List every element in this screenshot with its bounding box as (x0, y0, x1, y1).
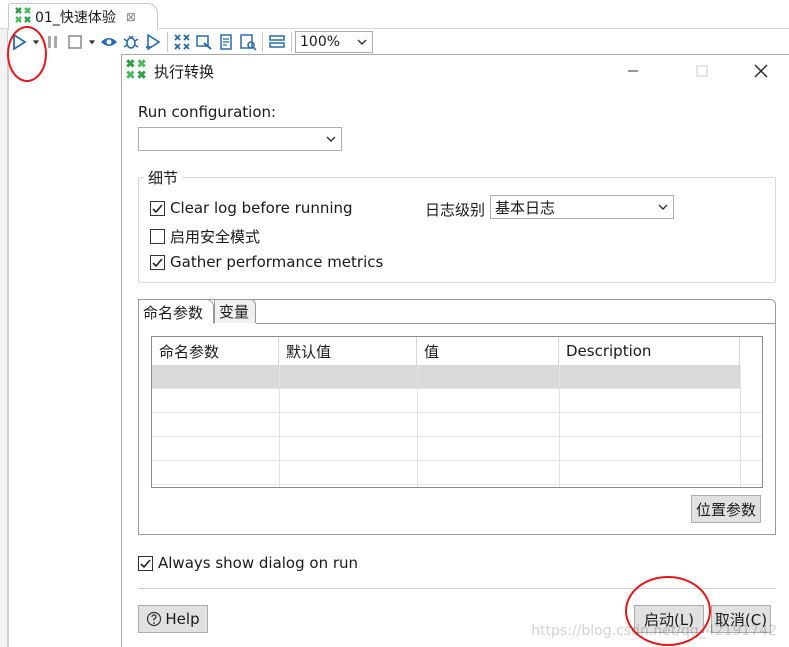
impact-icon[interactable] (193, 31, 215, 53)
chevron-down-icon (321, 128, 341, 150)
gather-metrics-label: Gather performance metrics (170, 253, 384, 271)
run-icon[interactable] (8, 31, 30, 53)
table-row[interactable] (152, 365, 740, 389)
dialog-title: 执行转换 (154, 62, 215, 81)
sql-icon[interactable] (215, 31, 237, 53)
always-show-checkbox[interactable]: Always show dialog on run (138, 554, 358, 572)
gather-metrics-checkbox[interactable]: Gather performance metrics (150, 253, 383, 271)
position-parameters-label: 位置参数 (695, 500, 756, 519)
table-row[interactable] (152, 413, 762, 437)
close-icon (754, 64, 768, 78)
checkbox-unchecked-icon (150, 229, 165, 244)
safe-mode-checkbox[interactable]: 启用安全模式 (150, 226, 260, 247)
run-dropdown-icon[interactable] (30, 31, 42, 53)
close-button[interactable] (746, 59, 776, 83)
toolbar-separator (291, 32, 292, 52)
column-divider (279, 365, 280, 487)
safe-mode-label: 启用安全模式 (170, 228, 261, 246)
dialog-titlebar: 执行转换 (122, 55, 789, 87)
column-header-label: 默认值 (286, 342, 332, 361)
chevron-down-icon (653, 196, 673, 218)
pause-icon[interactable] (42, 31, 64, 53)
minimize-button[interactable] (618, 59, 648, 83)
editor-tab-strip: 01_快速体验 ⊠ (0, 0, 789, 30)
column-header-label: 值 (424, 342, 440, 361)
column-divider (417, 365, 418, 487)
zoom-select[interactable]: 100% (295, 31, 373, 53)
kettle-icon (126, 59, 146, 83)
column-header[interactable]: 命名参数 (152, 337, 279, 365)
log-level-select[interactable]: 基本日志 (490, 195, 674, 219)
table-row[interactable] (152, 389, 762, 413)
editor-tab[interactable]: 01_快速体验 ⊠ (8, 3, 158, 30)
column-header-label: 命名参数 (159, 342, 220, 361)
preview-icon[interactable] (98, 31, 120, 53)
left-gutter (0, 0, 8, 647)
tab-underline (256, 323, 776, 324)
clear-log-label: Clear log before running (170, 199, 353, 217)
run-configuration-label: Run configuration: (138, 103, 277, 121)
editor-tab-label: 01_快速体验 (35, 10, 116, 26)
column-divider (559, 365, 560, 487)
table-row[interactable] (152, 437, 762, 461)
footer-divider (138, 588, 776, 589)
show-results-icon[interactable] (266, 31, 288, 53)
help-button[interactable]: Help (138, 605, 208, 633)
table-row[interactable] (152, 461, 762, 485)
help-label: Help (165, 610, 200, 628)
column-divider (740, 365, 741, 487)
verify-icon[interactable] (171, 31, 193, 53)
run-configuration-select[interactable] (138, 127, 342, 151)
transformation-toolbar: 100% (8, 30, 789, 54)
tab-variables[interactable]: 变量 (214, 299, 256, 323)
tab-named-parameters-label: 命名参数 (143, 303, 204, 322)
chevron-down-icon (357, 39, 367, 45)
position-parameters-button[interactable]: 位置参数 (691, 495, 761, 523)
stop-icon[interactable] (64, 31, 86, 53)
help-icon (147, 611, 162, 627)
column-header[interactable]: 默认值 (279, 337, 417, 365)
execute-transformation-dialog: 执行转换 Run configuration: 细节 Clear log bef… (121, 54, 789, 647)
named-parameters-table[interactable]: 命名参数 默认值 值 Description (151, 336, 763, 488)
toolbar-separator (262, 32, 263, 52)
clear-log-checkbox[interactable]: Clear log before running (150, 199, 353, 217)
debug-icon[interactable] (120, 31, 142, 53)
details-group-title: 细节 (144, 167, 183, 188)
stop-dropdown-icon[interactable] (86, 31, 98, 53)
explore-db-icon[interactable] (237, 31, 259, 53)
column-header[interactable]: Description (559, 337, 740, 365)
checkbox-checked-icon (150, 254, 165, 270)
zoom-value: 100% (300, 34, 341, 50)
close-icon[interactable]: ⊠ (126, 10, 136, 24)
always-show-label: Always show dialog on run (158, 554, 359, 572)
transformation-icon (15, 7, 31, 27)
tab-named-parameters[interactable]: 命名参数 (138, 299, 214, 324)
log-level-label: 日志级别 (425, 201, 486, 219)
transformation-canvas[interactable] (8, 54, 122, 647)
column-header[interactable]: 值 (417, 337, 559, 365)
checkbox-checked-icon (138, 555, 153, 571)
tab-variables-label: 变量 (219, 303, 250, 321)
toolbar-separator (167, 32, 168, 52)
replay-icon[interactable] (142, 31, 164, 53)
column-header-label: Description (566, 342, 652, 360)
log-level-value: 基本日志 (495, 198, 556, 217)
checkbox-checked-icon (150, 200, 165, 216)
maximize-button[interactable] (687, 59, 717, 83)
watermark: https://blog.csdn.net/qq_42191742 (531, 623, 777, 639)
